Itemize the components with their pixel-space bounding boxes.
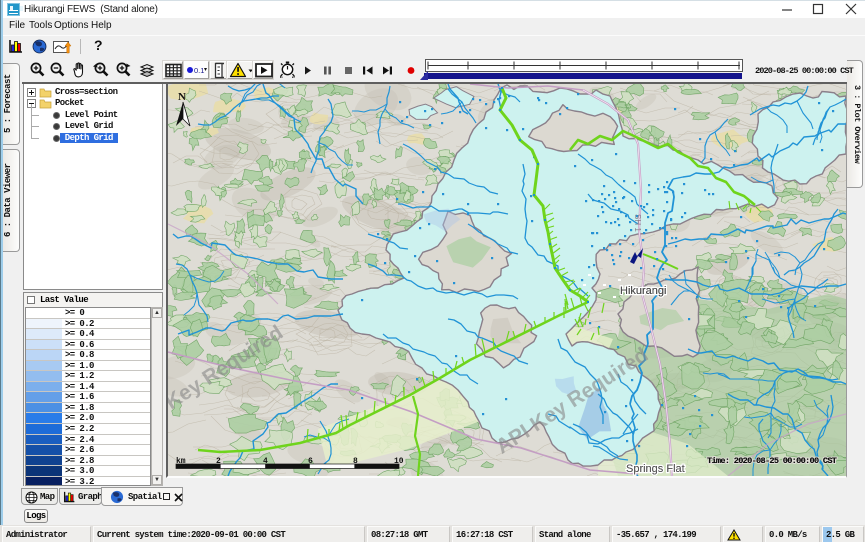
svg-text:Time: 2020-08-25 00:00:00 CST: Time: 2020-08-25 00:00:00 CST — [707, 456, 837, 466]
svg-text:SH 1: SH 1 — [633, 214, 642, 232]
svg-text:N: N — [178, 91, 186, 103]
svg-text:Hikurangi: Hikurangi — [620, 285, 666, 297]
svg-text:Springs Flat: Springs Flat — [626, 463, 685, 475]
